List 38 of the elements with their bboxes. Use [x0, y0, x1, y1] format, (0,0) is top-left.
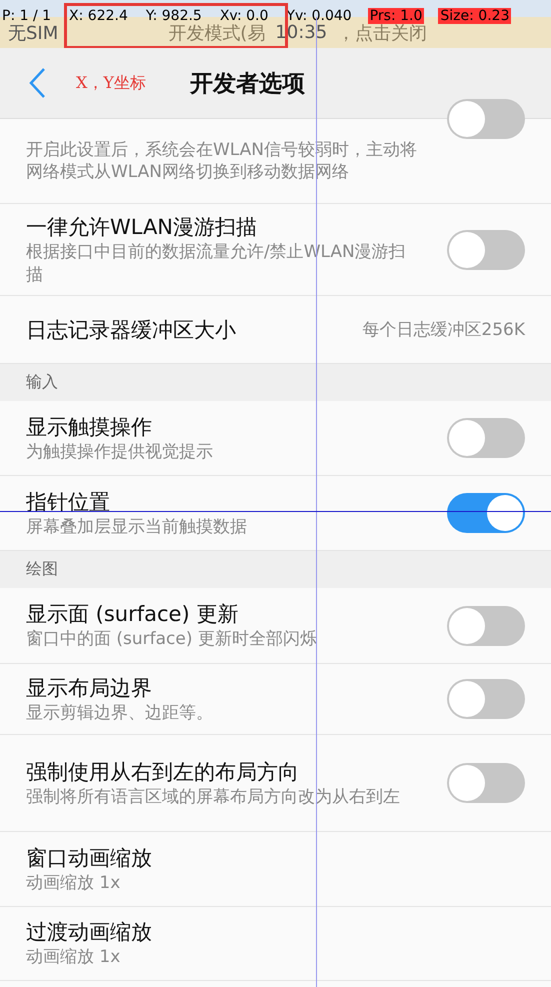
setting-description: 显示剪辑边界、边距等。 — [26, 702, 214, 724]
setting-title: 显示触摸操作 — [26, 414, 153, 441]
setting-description: 动画缩放 1x — [26, 946, 122, 969]
pointer-readout: X: 622.4 — [68, 8, 129, 24]
setting-title: 显示布局边界 — [26, 674, 153, 702]
setting-title: 窗口动画缩放 — [26, 844, 153, 872]
toggle-switch[interactable] — [447, 230, 525, 270]
toggle-switch[interactable] — [447, 606, 525, 646]
setting-title: 强制使用从右到左的布局方向 — [26, 758, 300, 786]
page-title: 开发者选项 — [190, 70, 305, 98]
pointer-readout: Yv: 0.040 — [285, 8, 353, 24]
notification-text: ，点击关闭 — [337, 22, 428, 44]
pointer-readout: P: 1 / 1 — [1, 8, 52, 24]
toggle-switch[interactable] — [447, 493, 525, 533]
pointer-readout: Prs: 1.0 — [368, 8, 424, 24]
carrier-text: 无SIM — [8, 22, 58, 44]
setting-description: 屏幕叠加层显示当前触摸数据 — [26, 516, 248, 538]
toggle-switch[interactable] — [447, 679, 525, 719]
setting-description: 为触摸操作提供视觉提示 — [26, 440, 214, 464]
section-header: 输入 — [0, 364, 551, 401]
toggle-switch[interactable] — [447, 418, 525, 458]
back-icon[interactable] — [28, 67, 48, 99]
pointer-readout: Size: 0.23 — [438, 8, 512, 24]
setting-description: 动画缩放 1x — [26, 872, 122, 894]
pointer-readout: Xv: 0.0 — [218, 8, 270, 24]
pointer-readout: Y: 982.5 — [144, 8, 203, 24]
toggle-switch[interactable] — [447, 99, 525, 139]
setting-title: 显示面 (surface) 更新 — [26, 601, 240, 628]
setting-title: 一律允许WLAN漫游扫描 — [26, 214, 258, 242]
setting-title: 指针位置 — [26, 488, 111, 516]
annotation-label: X，Y坐标 — [76, 72, 146, 94]
setting-title: 日志记录器缓冲区大小 — [26, 316, 237, 344]
section-header: 绘图 — [0, 551, 551, 588]
setting-value: 每个日志缓冲区256K — [362, 319, 525, 341]
setting-description: 窗口中的面 (surface) 更新时全部闪烁 — [26, 628, 318, 651]
setting-title: 过渡动画缩放 — [26, 919, 153, 946]
notification-text: 开发模式(易 — [168, 22, 266, 44]
toggle-switch[interactable] — [447, 763, 525, 803]
